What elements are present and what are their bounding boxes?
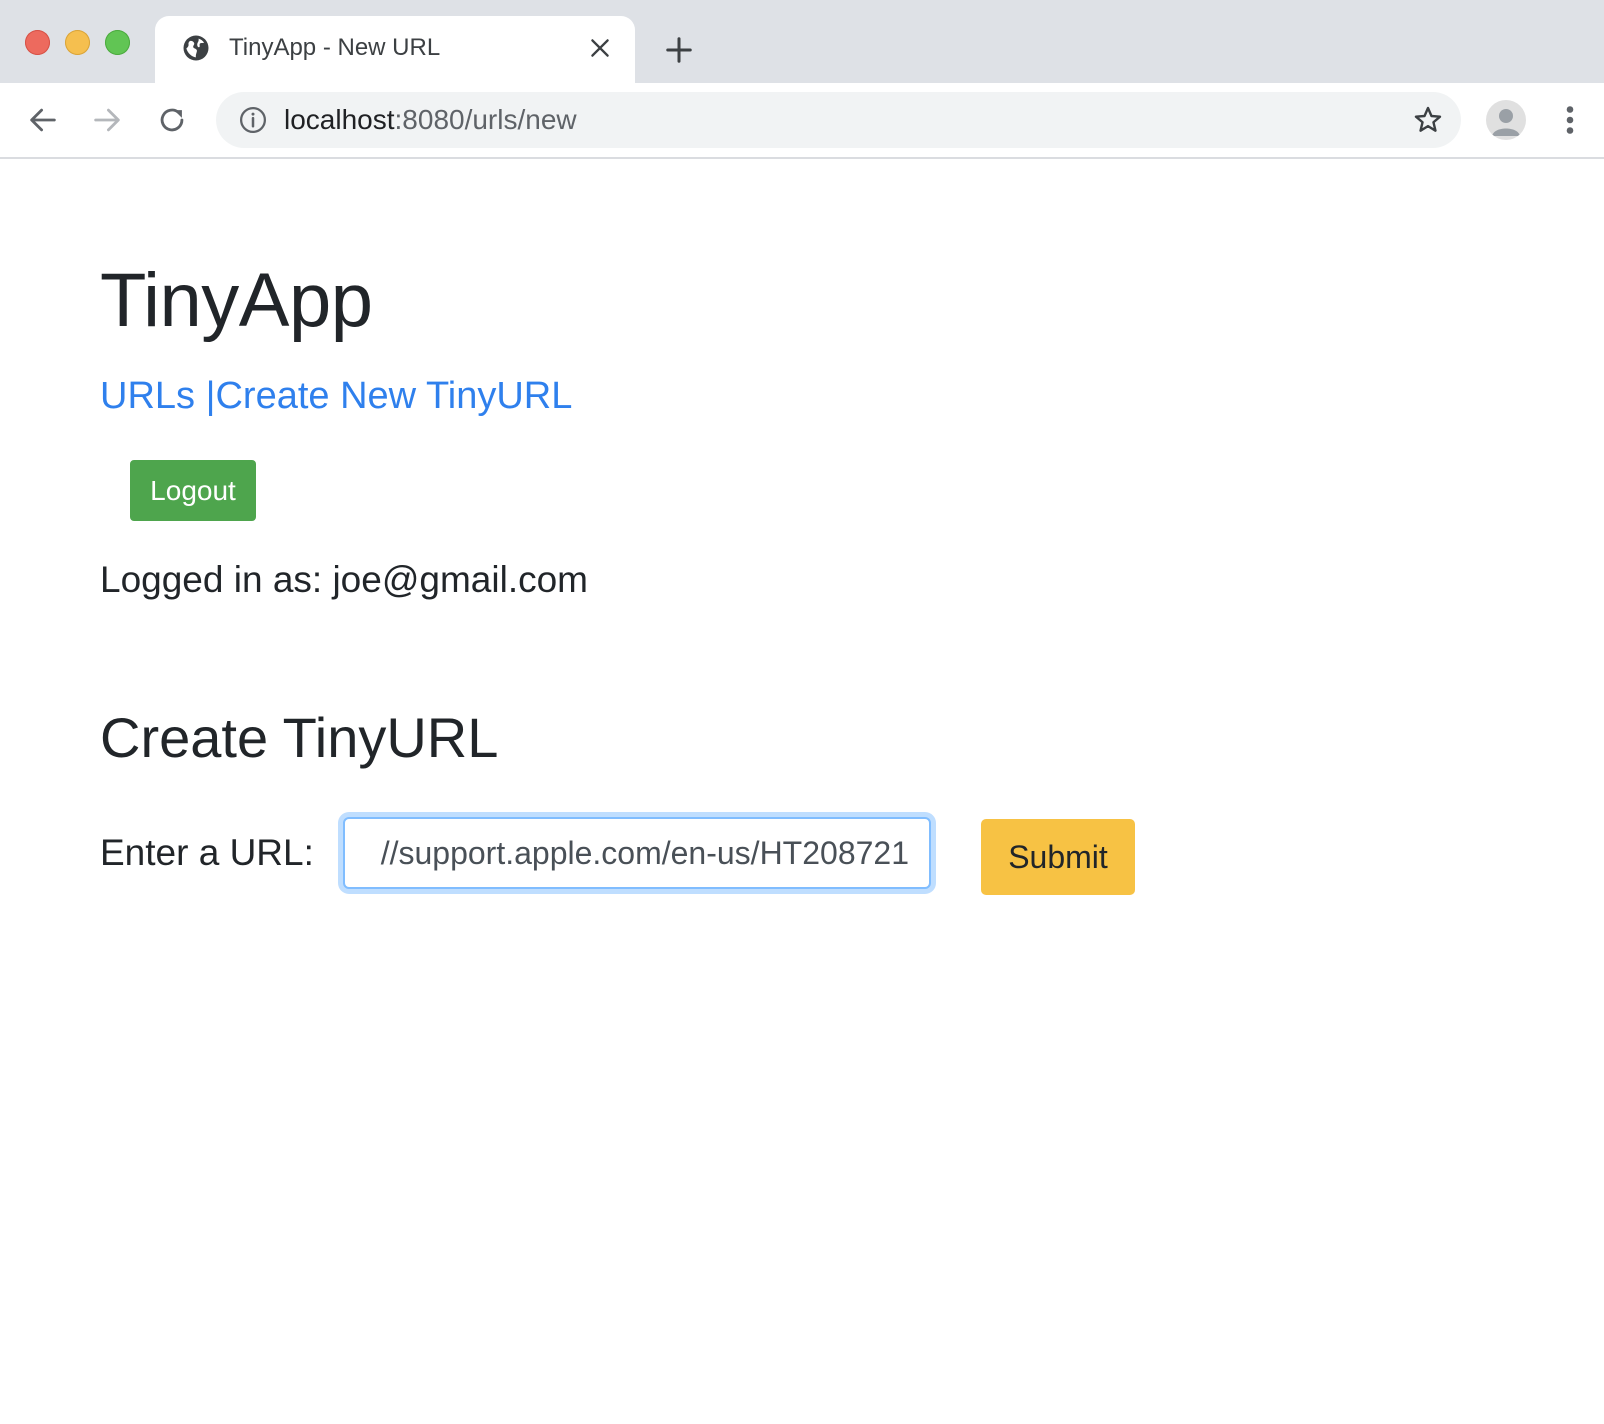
window-minimize-button[interactable] xyxy=(65,30,90,55)
close-icon[interactable] xyxy=(587,35,613,61)
browser-tab-active[interactable]: TinyApp - New URL xyxy=(155,16,635,83)
window-close-button[interactable] xyxy=(25,30,50,55)
logout-button[interactable]: Logout xyxy=(130,460,256,521)
url-input[interactable] xyxy=(343,817,931,889)
url-path: :8080/urls/new xyxy=(394,104,577,135)
section-title: Create TinyURL xyxy=(100,706,499,769)
back-arrow-icon[interactable] xyxy=(26,103,60,137)
browser-toolbar: localhost:8080/urls/new xyxy=(0,83,1604,159)
logged-in-status: Logged in as: joe@gmail.com xyxy=(100,559,588,600)
url-host: localhost xyxy=(284,104,395,135)
globe-icon xyxy=(183,35,209,61)
urls-link[interactable]: URLs xyxy=(100,375,195,417)
person-icon xyxy=(1492,109,1520,136)
window-maximize-button[interactable] xyxy=(105,30,130,55)
menu-kebab-icon[interactable] xyxy=(1558,102,1582,138)
reload-icon[interactable] xyxy=(155,103,189,137)
submit-button[interactable]: Submit xyxy=(981,819,1135,895)
url-field-label: Enter a URL: xyxy=(100,832,314,873)
address-url[interactable]: localhost:8080/urls/new xyxy=(284,104,577,136)
forward-arrow-icon[interactable] xyxy=(90,103,124,137)
tab-title: TinyApp - New URL xyxy=(229,34,441,61)
app-title: TinyApp xyxy=(100,258,373,343)
bookmark-star-icon[interactable] xyxy=(1412,104,1444,136)
create-new-tinyurl-link[interactable]: Create New TinyURL xyxy=(215,375,572,417)
info-icon[interactable] xyxy=(238,105,268,135)
nav-separator: | xyxy=(195,375,216,417)
nav-links: URLs |Create New TinyURL xyxy=(100,375,572,418)
profile-avatar[interactable] xyxy=(1486,100,1526,140)
new-tab-plus-icon[interactable] xyxy=(664,35,694,65)
address-bar[interactable]: localhost:8080/urls/new xyxy=(216,92,1461,148)
browser-tab-bar: TinyApp - New URL xyxy=(0,0,1604,83)
